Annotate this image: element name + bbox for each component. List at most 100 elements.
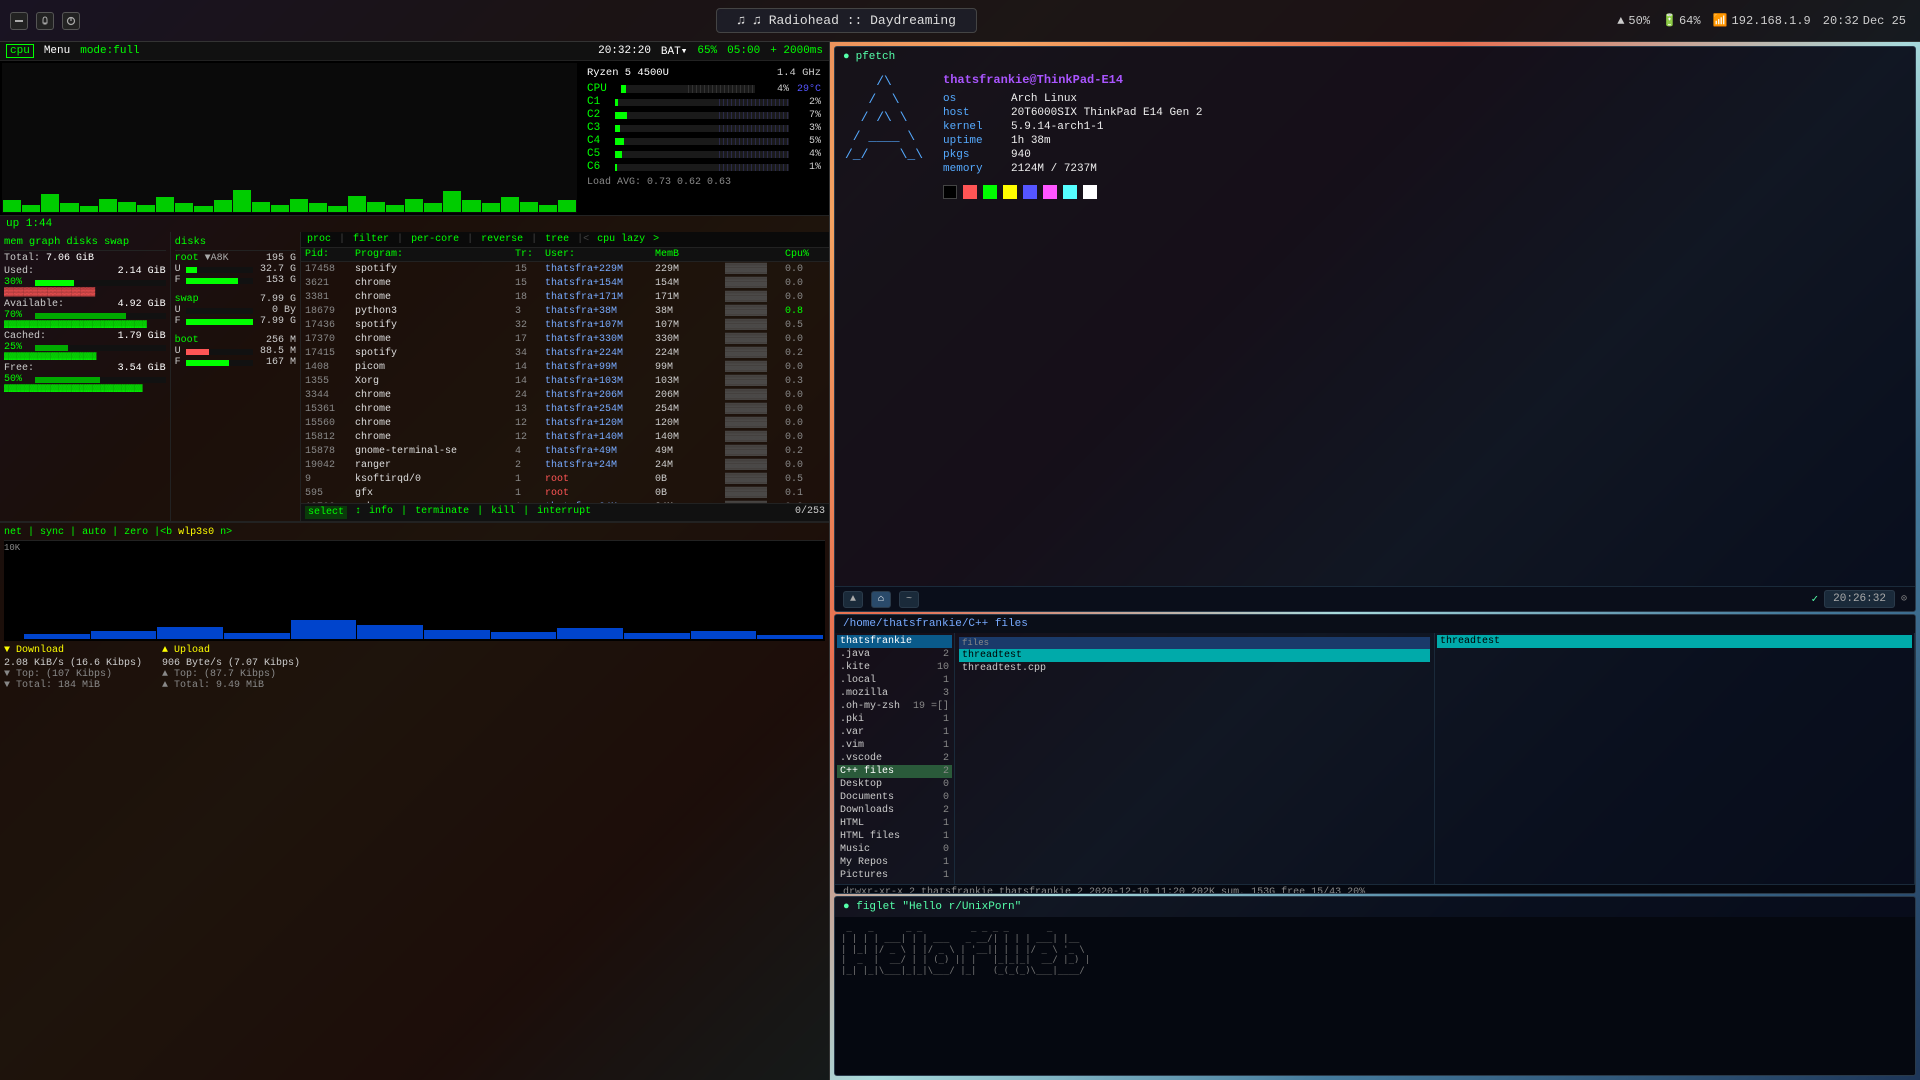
table-row[interactable]: 17415 spotify 34 thatsfra+224M 224M ▓▓▓▓… <box>301 346 829 360</box>
proc-col-headers: Pid: Program: Tr: User: MemB Cpu% <box>301 248 829 262</box>
table-row[interactable]: 15560 chrome 12 thatsfra+120M 120M ▓▓▓▓▓… <box>301 416 829 430</box>
now-playing-widget[interactable]: ♫ ♫ Radiohead :: Daydreaming <box>716 8 977 33</box>
list-item[interactable]: .local1 <box>837 674 952 687</box>
figlet-terminal: ● figlet "Hello r/UnixPorn" _ _ _ _ _ _ … <box>834 896 1916 1076</box>
pfetch-btn-up[interactable]: ▲ <box>843 591 863 608</box>
list-item[interactable]: Desktop0 <box>837 778 952 791</box>
pfetch-pkgs-val: 940 <box>1011 149 1031 161</box>
net-range: 10K <box>4 543 20 553</box>
proc-tab[interactable]: proc <box>305 234 333 245</box>
iface-label[interactable]: wlp3s0 <box>178 527 214 538</box>
table-row[interactable]: 15878 gnome-terminal-se 4 thatsfra+49M 4… <box>301 444 829 458</box>
notify-button[interactable] <box>36 12 54 30</box>
table-row[interactable]: 18679 python3 3 thatsfra+38M 38M ▓▓▓▓▓▓▓… <box>301 304 829 318</box>
pfetch-content: /\ / \ / /\ \ / ____ \ /_/ \_\ thatsfran… <box>835 67 1915 586</box>
ul-total: ▲ Total: 9.49 MiB <box>162 680 300 691</box>
table-row[interactable]: 1408 picom 14 thatsfra+99M 99M ▓▓▓▓▓▓▓ 0… <box>301 360 829 374</box>
cpu-pct-text: 50% <box>1628 14 1650 28</box>
auto-tab[interactable]: auto <box>82 527 106 538</box>
ranger-file-threadtest-cpp[interactable]: threadtest.cpp <box>959 662 1430 675</box>
per-core-tab[interactable]: per-core <box>409 234 461 245</box>
footer-select[interactable]: select <box>305 506 347 519</box>
cpu-temp: 29°C <box>797 84 821 95</box>
pfetch-kernel-row: kernel 5.9.14-arch1-1 <box>943 121 1202 133</box>
table-row[interactable]: 19042 ranger 2 thatsfra+24M 24M ▓▓▓▓▓▓▓ … <box>301 458 829 472</box>
htop-menu-label[interactable]: Menu <box>44 45 70 57</box>
power-button[interactable] <box>62 12 80 30</box>
table-row[interactable]: 15361 chrome 13 thatsfra+254M 254M ▓▓▓▓▓… <box>301 402 829 416</box>
list-item[interactable]: thatsfrankie <box>837 635 952 648</box>
reverse-tab[interactable]: reverse <box>479 234 525 245</box>
list-item[interactable]: Music0 <box>837 843 952 856</box>
swap-tab[interactable]: swap <box>104 236 129 248</box>
minimize-button[interactable] <box>10 12 28 30</box>
list-item[interactable]: .java2 <box>837 648 952 661</box>
table-row[interactable]: 9 ksoftirqd/0 1 root 0B ▓▓▓▓▓▓▓ 0.5 <box>301 472 829 486</box>
table-row[interactable]: 3381 chrome 18 thatsfra+171M 171M ▓▓▓▓▓▓… <box>301 290 829 304</box>
filter-tab[interactable]: filter <box>351 234 391 245</box>
mem-avail-pct: 70% <box>4 310 32 321</box>
ip-address-text: 192.168.1.9 <box>1732 14 1811 28</box>
cpu-bar-group <box>2 63 577 213</box>
pfetch-checkmark: ✓ <box>1812 592 1819 606</box>
table-row[interactable]: 17436 spotify 32 thatsfra+107M 107M ▓▓▓▓… <box>301 318 829 332</box>
mem-free: 3.54 GiB <box>118 363 166 374</box>
net-tab[interactable]: net <box>4 527 22 538</box>
ranger-dirs-list: thatsfrankie.java2.kite10.local1.mozilla… <box>837 635 952 882</box>
list-item[interactable]: .var1 <box>837 726 952 739</box>
footer-terminate[interactable]: terminate <box>415 506 469 519</box>
disk-swap-u-bar <box>186 308 253 314</box>
cpu-bar-container <box>0 61 579 215</box>
tree-tab[interactable]: tree <box>543 234 571 245</box>
list-item[interactable]: .pki1 <box>837 713 952 726</box>
list-item[interactable]: My Repos1 <box>837 856 952 869</box>
footer-interrupt[interactable]: interrupt <box>537 506 591 519</box>
table-row[interactable]: 15812 chrome 12 thatsfra+140M 140M ▓▓▓▓▓… <box>301 430 829 444</box>
disk-root-name: root ▼A8K <box>175 253 229 264</box>
mem-tab[interactable]: mem <box>4 236 23 248</box>
table-row[interactable]: 3621 chrome 15 thatsfra+154M 154M ▓▓▓▓▓▓… <box>301 276 829 290</box>
pfetch-host-val: 20T6000SIX ThinkPad E14 Gen 2 <box>1011 107 1202 119</box>
htop-panel: cpu Menu mode:full 20:32:20 BAT▾ 65% 05:… <box>0 42 830 1080</box>
list-item[interactable]: .mozilla3 <box>837 687 952 700</box>
disk-swap-total: 7.99 G <box>260 294 296 305</box>
list-item[interactable]: HTML1 <box>837 817 952 830</box>
zero-tab[interactable]: zero <box>124 527 148 538</box>
ranger-file-threadtest[interactable]: threadtest <box>959 649 1430 662</box>
list-item[interactable]: Documents0 <box>837 791 952 804</box>
table-row[interactable]: 1355 Xorg 14 thatsfra+103M 103M ▓▓▓▓▓▓▓ … <box>301 374 829 388</box>
pfetch-clock-icon: ⊙ <box>1901 593 1907 605</box>
sync-tab[interactable]: sync <box>40 527 64 538</box>
table-row[interactable]: 595 gfx 1 root 0B ▓▓▓▓▓▓▓ 0.1 <box>301 486 829 500</box>
disk-boot-u-val: 88.5 M <box>256 346 296 357</box>
cpu-lazy-tab[interactable]: cpu lazy <box>595 234 647 245</box>
mem-cached-row: Cached: 1.79 GiB 25% ▓▓▓▓▓▓▓▓▓▓▓▓▓▓▓▓▓▓▓… <box>4 331 166 361</box>
list-item[interactable]: .oh-my-zsh19 =[] <box>837 700 952 713</box>
footer-kill[interactable]: kill <box>491 506 515 519</box>
list-item[interactable]: Downloads2 <box>837 804 952 817</box>
list-item[interactable]: Pictures1 <box>837 869 952 882</box>
pfetch-btn-home[interactable]: ⌂ <box>871 591 891 608</box>
battery-pct-text: 64% <box>1679 14 1701 28</box>
pfetch-btn-tilde[interactable]: ~ <box>899 591 919 608</box>
footer-info[interactable]: info <box>369 506 393 519</box>
list-item[interactable]: C++ files2 <box>837 765 952 778</box>
figlet-content: _ _ _ _ _ _ _ _ _ | | | | ___| | | ___ _… <box>835 917 1915 1075</box>
disks-tab[interactable]: disks <box>66 236 98 248</box>
list-item[interactable]: HTML files1 <box>837 830 952 843</box>
cpu-model-row: Ryzen 5 4500U 1.4 GHz <box>587 67 821 79</box>
table-row[interactable]: 17370 chrome 17 thatsfra+330M 330M ▓▓▓▓▓… <box>301 332 829 346</box>
table-row[interactable]: 17458 spotify 15 thatsfra+229M 229M ▓▓▓▓… <box>301 262 829 276</box>
ranger-footer: drwxr-xr-x 2 thatsfrankie thatsfrankie 2… <box>835 884 1915 894</box>
net-next[interactable]: n> <box>220 527 232 538</box>
mem-avail-row: Available: 4.92 GiB 70% ▓▓▓▓▓▓▓▓▓▓▓▓▓▓▓▓… <box>4 299 166 329</box>
proc-tab-arrow[interactable]: > <box>651 234 661 245</box>
list-item[interactable]: .vim1 <box>837 739 952 752</box>
net-stats: ▼ Download 2.08 KiB/s (16.6 Kibps) ▼ Top… <box>4 645 825 691</box>
pfetch-uptime-key: uptime <box>943 135 1003 147</box>
list-item[interactable]: .kite10 <box>837 661 952 674</box>
graph-tab[interactable]: graph <box>29 236 61 248</box>
disks-header: disks <box>175 236 296 251</box>
table-row[interactable]: 3344 chrome 24 thatsfra+206M 206M ▓▓▓▓▓▓… <box>301 388 829 402</box>
list-item[interactable]: .vscode2 <box>837 752 952 765</box>
